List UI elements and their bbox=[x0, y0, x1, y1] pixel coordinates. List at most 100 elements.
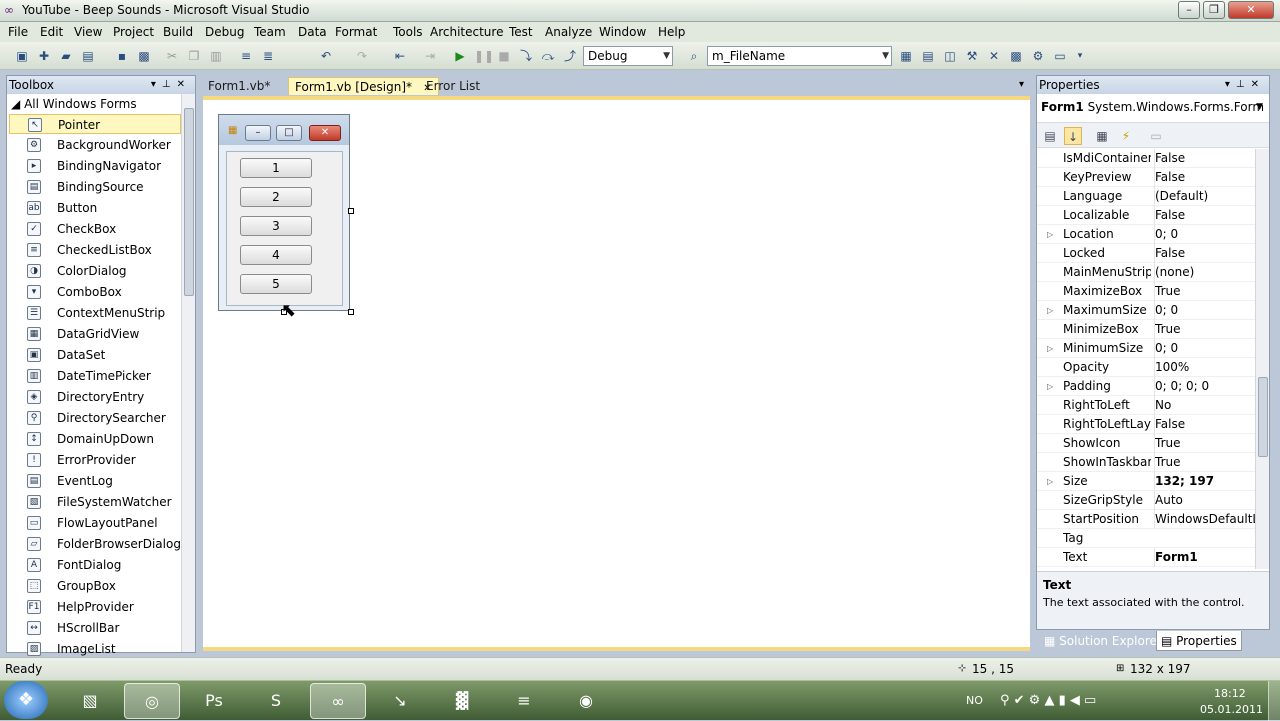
extension-manager-icon[interactable]: ⚙ bbox=[1030, 48, 1046, 64]
property-row[interactable]: MaximizeBox True bbox=[1037, 282, 1257, 301]
language-indicator[interactable]: NO bbox=[966, 681, 983, 721]
start-debugging-icon[interactable]: ▶ bbox=[452, 48, 468, 64]
menu-file[interactable]: File bbox=[4, 24, 32, 40]
property-row[interactable]: ▷ MaximumSize 0; 0 bbox=[1037, 301, 1257, 320]
property-row[interactable]: ShowInTaskbar True bbox=[1037, 453, 1257, 472]
property-row[interactable]: Localizable False bbox=[1037, 206, 1257, 225]
property-row[interactable]: MainMenuStrip (none) bbox=[1037, 263, 1257, 282]
property-row[interactable]: ShowIcon True bbox=[1037, 434, 1257, 453]
object-browser-icon[interactable]: ◫ bbox=[942, 48, 958, 64]
restore-button[interactable]: ❐ bbox=[1203, 1, 1225, 19]
property-value[interactable]: True bbox=[1154, 320, 1257, 339]
menu-debug[interactable]: Debug bbox=[201, 24, 248, 40]
menu-build[interactable]: Build bbox=[159, 24, 197, 40]
property-row[interactable]: Language (Default) bbox=[1037, 187, 1257, 206]
property-value[interactable]: False bbox=[1154, 415, 1257, 434]
filezilla-task-icon[interactable]: ↘ bbox=[372, 683, 428, 719]
property-value[interactable]: (none) bbox=[1154, 263, 1257, 282]
pause-icon[interactable]: ❚❚ bbox=[474, 48, 494, 64]
expand-icon[interactable]: ▷ bbox=[1047, 225, 1053, 244]
solution-configuration-select[interactable]: Debug ▼ bbox=[583, 46, 673, 66]
skype-task-icon[interactable]: S bbox=[248, 683, 304, 719]
property-value[interactable]: 0; 0 bbox=[1154, 301, 1257, 320]
property-value[interactable]: (Default) bbox=[1154, 187, 1257, 206]
form1-client-area[interactable]: 1 2 3 4 5 bbox=[226, 151, 343, 306]
toolbox-item[interactable]: ▸ BindingNavigator bbox=[9, 156, 181, 176]
open-file-icon[interactable]: ▰ bbox=[58, 48, 74, 64]
property-value[interactable]: False bbox=[1154, 149, 1257, 168]
clock-time[interactable]: 18:12 bbox=[1214, 687, 1246, 701]
form1-title-bar[interactable]: ▦ – □ ✕ bbox=[219, 115, 349, 145]
toolbox-item[interactable]: ◑ ColorDialog bbox=[9, 261, 181, 281]
resize-handle-right[interactable] bbox=[348, 208, 354, 214]
copy-icon[interactable]: ❐ bbox=[186, 48, 202, 64]
explorer-task-icon[interactable]: ▧ bbox=[62, 683, 118, 719]
toolbar-options-icon[interactable]: ▾ bbox=[1072, 48, 1088, 64]
document-tab[interactable]: Error List bbox=[420, 77, 486, 95]
property-value[interactable]: Auto bbox=[1154, 491, 1257, 510]
document-tab[interactable]: Form1.vb [Design]* ✕ bbox=[288, 77, 439, 95]
server-explorer-icon[interactable]: ▩ bbox=[1008, 48, 1024, 64]
cut-icon[interactable]: ✂ bbox=[164, 48, 180, 64]
form-button-4[interactable]: 4 bbox=[240, 245, 312, 265]
close-button[interactable]: ✕ bbox=[1228, 1, 1274, 19]
toolbox-item[interactable]: ▨ ImageList bbox=[9, 639, 181, 659]
add-new-item-icon[interactable]: ▤ bbox=[80, 48, 96, 64]
show-desktop-button[interactable] bbox=[1268, 681, 1280, 721]
property-row[interactable]: RightToLeftLayoutFalse bbox=[1037, 415, 1257, 434]
toolbox-icon[interactable]: ⚒ bbox=[964, 48, 980, 64]
form-button-2[interactable]: 2 bbox=[240, 187, 312, 207]
properties-scroll-thumb[interactable] bbox=[1258, 377, 1268, 457]
form-button-3[interactable]: 3 bbox=[240, 216, 312, 236]
property-value[interactable]: True bbox=[1154, 453, 1257, 472]
bottom-tab[interactable]: ▤ Properties bbox=[1156, 631, 1242, 651]
property-value[interactable]: 0; 0 bbox=[1154, 339, 1257, 358]
property-value[interactable]: False bbox=[1154, 244, 1257, 263]
toolbox-item[interactable]: ✓ CheckBox bbox=[9, 219, 181, 239]
navigate-backward-icon[interactable]: ⇤ bbox=[392, 48, 408, 64]
expand-icon[interactable]: ▷ bbox=[1047, 339, 1053, 358]
uncomment-icon[interactable]: ≣ bbox=[260, 48, 276, 64]
property-value[interactable]: True bbox=[1154, 282, 1257, 301]
property-row[interactable]: Tag bbox=[1037, 529, 1257, 548]
chevron-down-icon[interactable]: ▼ bbox=[1256, 102, 1263, 112]
toolbox-item[interactable]: ! ErrorProvider bbox=[9, 450, 181, 470]
menu-test[interactable]: Test bbox=[505, 24, 537, 40]
save-all-icon[interactable]: ▩ bbox=[136, 48, 152, 64]
new-project-icon[interactable]: ▣ bbox=[14, 48, 30, 64]
navigate-forward-icon[interactable]: ⇥ bbox=[422, 48, 438, 64]
save-icon[interactable]: ▪ bbox=[114, 48, 130, 64]
toolbox-item[interactable]: ▥ DateTimePicker bbox=[9, 366, 181, 386]
properties-icon[interactable]: ▦ bbox=[1093, 127, 1111, 145]
toolbox-item[interactable]: F1 HelpProvider bbox=[9, 597, 181, 617]
property-value[interactable]: 0; 0; 0; 0 bbox=[1154, 377, 1257, 396]
solution-explorer-icon[interactable]: ▦ bbox=[898, 48, 914, 64]
menu-tools[interactable]: Tools bbox=[389, 24, 427, 40]
toolbox-item[interactable]: ⚲ DirectorySearcher bbox=[9, 408, 181, 428]
expand-icon[interactable]: ▷ bbox=[1047, 301, 1053, 320]
properties-scrollbar[interactable] bbox=[1255, 149, 1269, 569]
tray-icons[interactable]: ⚲ ✔ ⚙ ▲ ▮ ◀ ▭ bbox=[1000, 681, 1096, 721]
menu-help[interactable]: Help bbox=[654, 24, 689, 40]
property-row[interactable]: Text Form1 bbox=[1037, 548, 1257, 567]
toolbox-item[interactable]: ◈ DirectoryEntry bbox=[9, 387, 181, 407]
visual-studio-task-icon[interactable]: ∞ bbox=[310, 683, 366, 719]
toolbox-item[interactable]: ▭ FlowLayoutPanel bbox=[9, 513, 181, 533]
alphabetical-icon[interactable]: ↓ bbox=[1064, 127, 1082, 145]
properties-window-icon[interactable]: ▤ bbox=[920, 48, 936, 64]
tab-dropdown-icon[interactable]: ▾ bbox=[1019, 79, 1024, 90]
menu-architecture[interactable]: Architecture bbox=[426, 24, 507, 40]
property-row[interactable]: ▷ Size 132; 197 bbox=[1037, 472, 1257, 491]
form-minimize-icon[interactable]: – bbox=[245, 125, 271, 141]
start-button[interactable]: ❖ bbox=[4, 681, 48, 719]
property-row[interactable]: ▷ Location 0; 0 bbox=[1037, 225, 1257, 244]
toolbox-item[interactable]: ▧ FileSystemWatcher bbox=[9, 492, 181, 512]
resize-handle-corner[interactable] bbox=[348, 309, 354, 315]
toolbox-item[interactable]: ↖ Pointer bbox=[9, 114, 181, 134]
toolbox-item[interactable]: ▤ EventLog bbox=[9, 471, 181, 491]
property-row[interactable]: Opacity 100% bbox=[1037, 358, 1257, 377]
property-row[interactable]: SizeGripStyle Auto bbox=[1037, 491, 1257, 510]
photoshop-task-icon[interactable]: Ps bbox=[186, 683, 242, 719]
toolbox-item[interactable]: ▦ DataGridView bbox=[9, 324, 181, 344]
property-value[interactable]: 132; 197 bbox=[1154, 472, 1257, 491]
